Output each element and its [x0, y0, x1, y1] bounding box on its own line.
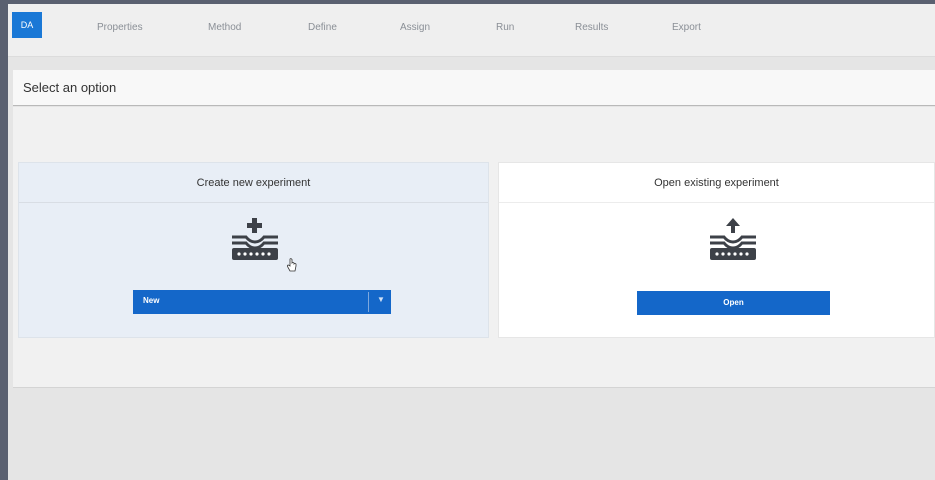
- plate-add-icon: [232, 218, 278, 260]
- new-experiment-button[interactable]: New ▼: [133, 290, 391, 314]
- plate-upload-icon: [710, 218, 756, 260]
- split-button-divider: [368, 292, 369, 312]
- tab-method[interactable]: Method: [208, 22, 241, 33]
- open-panel-title: Open existing experiment: [499, 163, 934, 203]
- tab-assign[interactable]: Assign: [400, 22, 430, 33]
- tab-run[interactable]: Run: [496, 22, 514, 33]
- tab-properties[interactable]: Properties: [97, 22, 143, 33]
- tab-results[interactable]: Results: [575, 22, 608, 33]
- page-title: Select an option: [13, 70, 935, 106]
- app-window: DA Properties Method Define Assign Run R…: [8, 4, 935, 480]
- open-experiment-button[interactable]: Open: [637, 291, 830, 315]
- tab-define[interactable]: Define: [308, 22, 337, 33]
- tab-export[interactable]: Export: [672, 22, 701, 33]
- options-container: Create new experiment New ▼ Open existin…: [13, 107, 935, 388]
- new-button-label: New: [143, 296, 160, 305]
- top-navigation-bar: DA Properties Method Define Assign Run R…: [8, 4, 935, 57]
- hand-cursor-icon: [286, 258, 297, 272]
- create-experiment-panel: Create new experiment New ▼: [18, 162, 489, 338]
- chevron-down-icon[interactable]: ▼: [373, 290, 389, 312]
- open-experiment-panel: Open existing experiment Open: [498, 162, 935, 338]
- app-logo[interactable]: DA: [12, 12, 42, 38]
- create-panel-title: Create new experiment: [19, 163, 488, 203]
